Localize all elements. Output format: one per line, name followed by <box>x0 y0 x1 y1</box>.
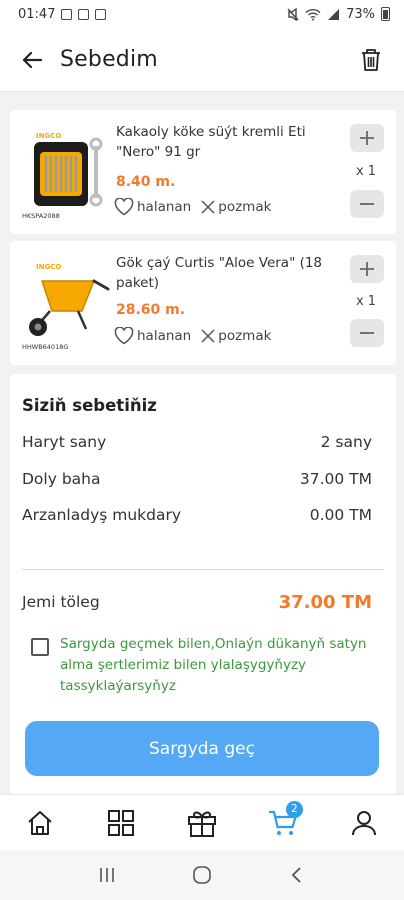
gift-icon <box>187 811 216 837</box>
close-icon <box>201 200 215 214</box>
page-title: Sebedim <box>60 47 158 72</box>
minus-icon <box>360 332 374 334</box>
trash-icon <box>362 48 380 71</box>
product-price: 28.60 m. <box>116 302 186 318</box>
battery-icon <box>381 7 390 21</box>
wrench-set-image: INGCO HKSPA2088 <box>22 132 103 220</box>
system-back-button[interactable] <box>277 855 317 895</box>
product-image[interactable]: INGCO HHWB64018G <box>20 253 112 353</box>
product-price: 8.40 m. <box>116 174 176 190</box>
home-icon <box>28 810 53 835</box>
home-system-button[interactable] <box>182 855 222 895</box>
decrease-quantity-button[interactable] <box>350 319 384 347</box>
checkout-button[interactable]: Sargyda geç <box>25 721 379 776</box>
product-name[interactable]: Kakaoly köke süýt kremli Eti "Nero" 91 g… <box>116 122 338 162</box>
full-price-label: Doly baha <box>22 470 101 488</box>
cart-item: INGCO HHWB64018G Gök çaý Curtis "Aloe Ve… <box>10 241 396 365</box>
back-button[interactable] <box>18 46 46 74</box>
cart-badge: 2 <box>285 800 303 818</box>
status-time: 01:47 <box>18 6 56 22</box>
heart-icon <box>114 327 134 345</box>
divider <box>22 569 384 570</box>
favorite-button[interactable]: halanan <box>114 198 191 216</box>
chevron-left-icon <box>291 867 301 883</box>
remove-button[interactable]: pozmak <box>201 328 271 344</box>
item-count-label: Haryt sany <box>22 433 107 451</box>
bottom-nav: 2 <box>0 794 404 850</box>
close-icon <box>201 329 215 343</box>
plus-icon <box>360 131 374 145</box>
status-bar: 01:47 73% <box>0 0 404 28</box>
status-right: 73% <box>287 7 390 22</box>
wifi-icon <box>305 8 321 20</box>
favorite-label: halanan <box>137 328 192 344</box>
increase-quantity-button[interactable] <box>350 255 384 283</box>
categories-icon <box>108 809 135 836</box>
discount-label: Arzanladyş mukdary <box>22 506 182 524</box>
decrease-quantity-button[interactable] <box>350 190 384 218</box>
total-value: 37.00 TM <box>278 592 372 613</box>
brand-label: INGCO <box>36 132 61 140</box>
product-code: HHWB64018G <box>22 343 68 351</box>
minus-icon <box>360 203 374 205</box>
system-nav-bar <box>0 850 404 900</box>
plus-icon <box>360 262 374 276</box>
quantity-value: x 1 <box>355 294 377 309</box>
summary-title: Siziň sebetiňiz <box>22 396 157 415</box>
recent-apps-button[interactable] <box>87 855 127 895</box>
favorite-label: halanan <box>137 199 192 215</box>
favorite-button[interactable]: halanan <box>114 327 191 345</box>
product-image[interactable]: INGCO HKSPA2088 <box>20 122 112 222</box>
recent-apps-icon <box>100 868 115 882</box>
nav-categories[interactable] <box>97 799 145 847</box>
discount-value: 0.00 TM <box>309 506 372 524</box>
terms-text: Sargyda geçmek bilen,Onlaýn dükanyň saty… <box>60 636 367 694</box>
check-icon <box>95 8 107 20</box>
photo-icon <box>78 8 90 20</box>
mute-icon <box>287 7 299 21</box>
quantity-value: x 1 <box>355 164 377 179</box>
terms-checkbox[interactable] <box>31 638 49 656</box>
heart-icon <box>114 198 134 216</box>
remove-label: pozmak <box>218 199 272 215</box>
status-left: 01:47 <box>18 6 107 22</box>
item-actions: halanan pozmak <box>114 327 277 345</box>
notification-icon <box>61 8 73 20</box>
full-price-value: 37.00 TM <box>299 470 372 488</box>
remove-button[interactable]: pozmak <box>201 199 271 215</box>
nav-cart[interactable]: 2 <box>259 799 307 847</box>
battery-percent: 73% <box>346 6 375 22</box>
cart-item: INGCO HKSPA2088 Kakaoly köke süýt kremli… <box>10 110 396 234</box>
item-actions: halanan pozmak <box>114 198 277 216</box>
increase-quantity-button[interactable] <box>350 124 384 152</box>
clear-cart-button[interactable] <box>356 45 386 75</box>
total-label: Jemi töleg <box>22 593 100 611</box>
nav-gifts[interactable] <box>178 799 226 847</box>
home-circle-icon <box>193 866 211 884</box>
profile-icon <box>351 810 376 835</box>
item-count-value: 2 sany <box>320 433 372 451</box>
remove-label: pozmak <box>218 328 272 344</box>
signal-icon <box>328 8 340 20</box>
cart-summary: Siziň sebetiňiz Haryt sany 2 sany Doly b… <box>10 374 396 794</box>
product-name[interactable]: Gök çaý Curtis "Aloe Vera" (18 paket) <box>116 253 338 293</box>
arrow-left-icon <box>22 51 43 68</box>
brand-label: INGCO <box>36 263 61 271</box>
wheelbarrow-image: INGCO HHWB64018G <box>22 263 110 351</box>
nav-home[interactable] <box>16 799 64 847</box>
product-code: HKSPA2088 <box>22 212 60 220</box>
app-bar: Sebedim <box>0 28 404 92</box>
nav-profile[interactable] <box>340 799 388 847</box>
